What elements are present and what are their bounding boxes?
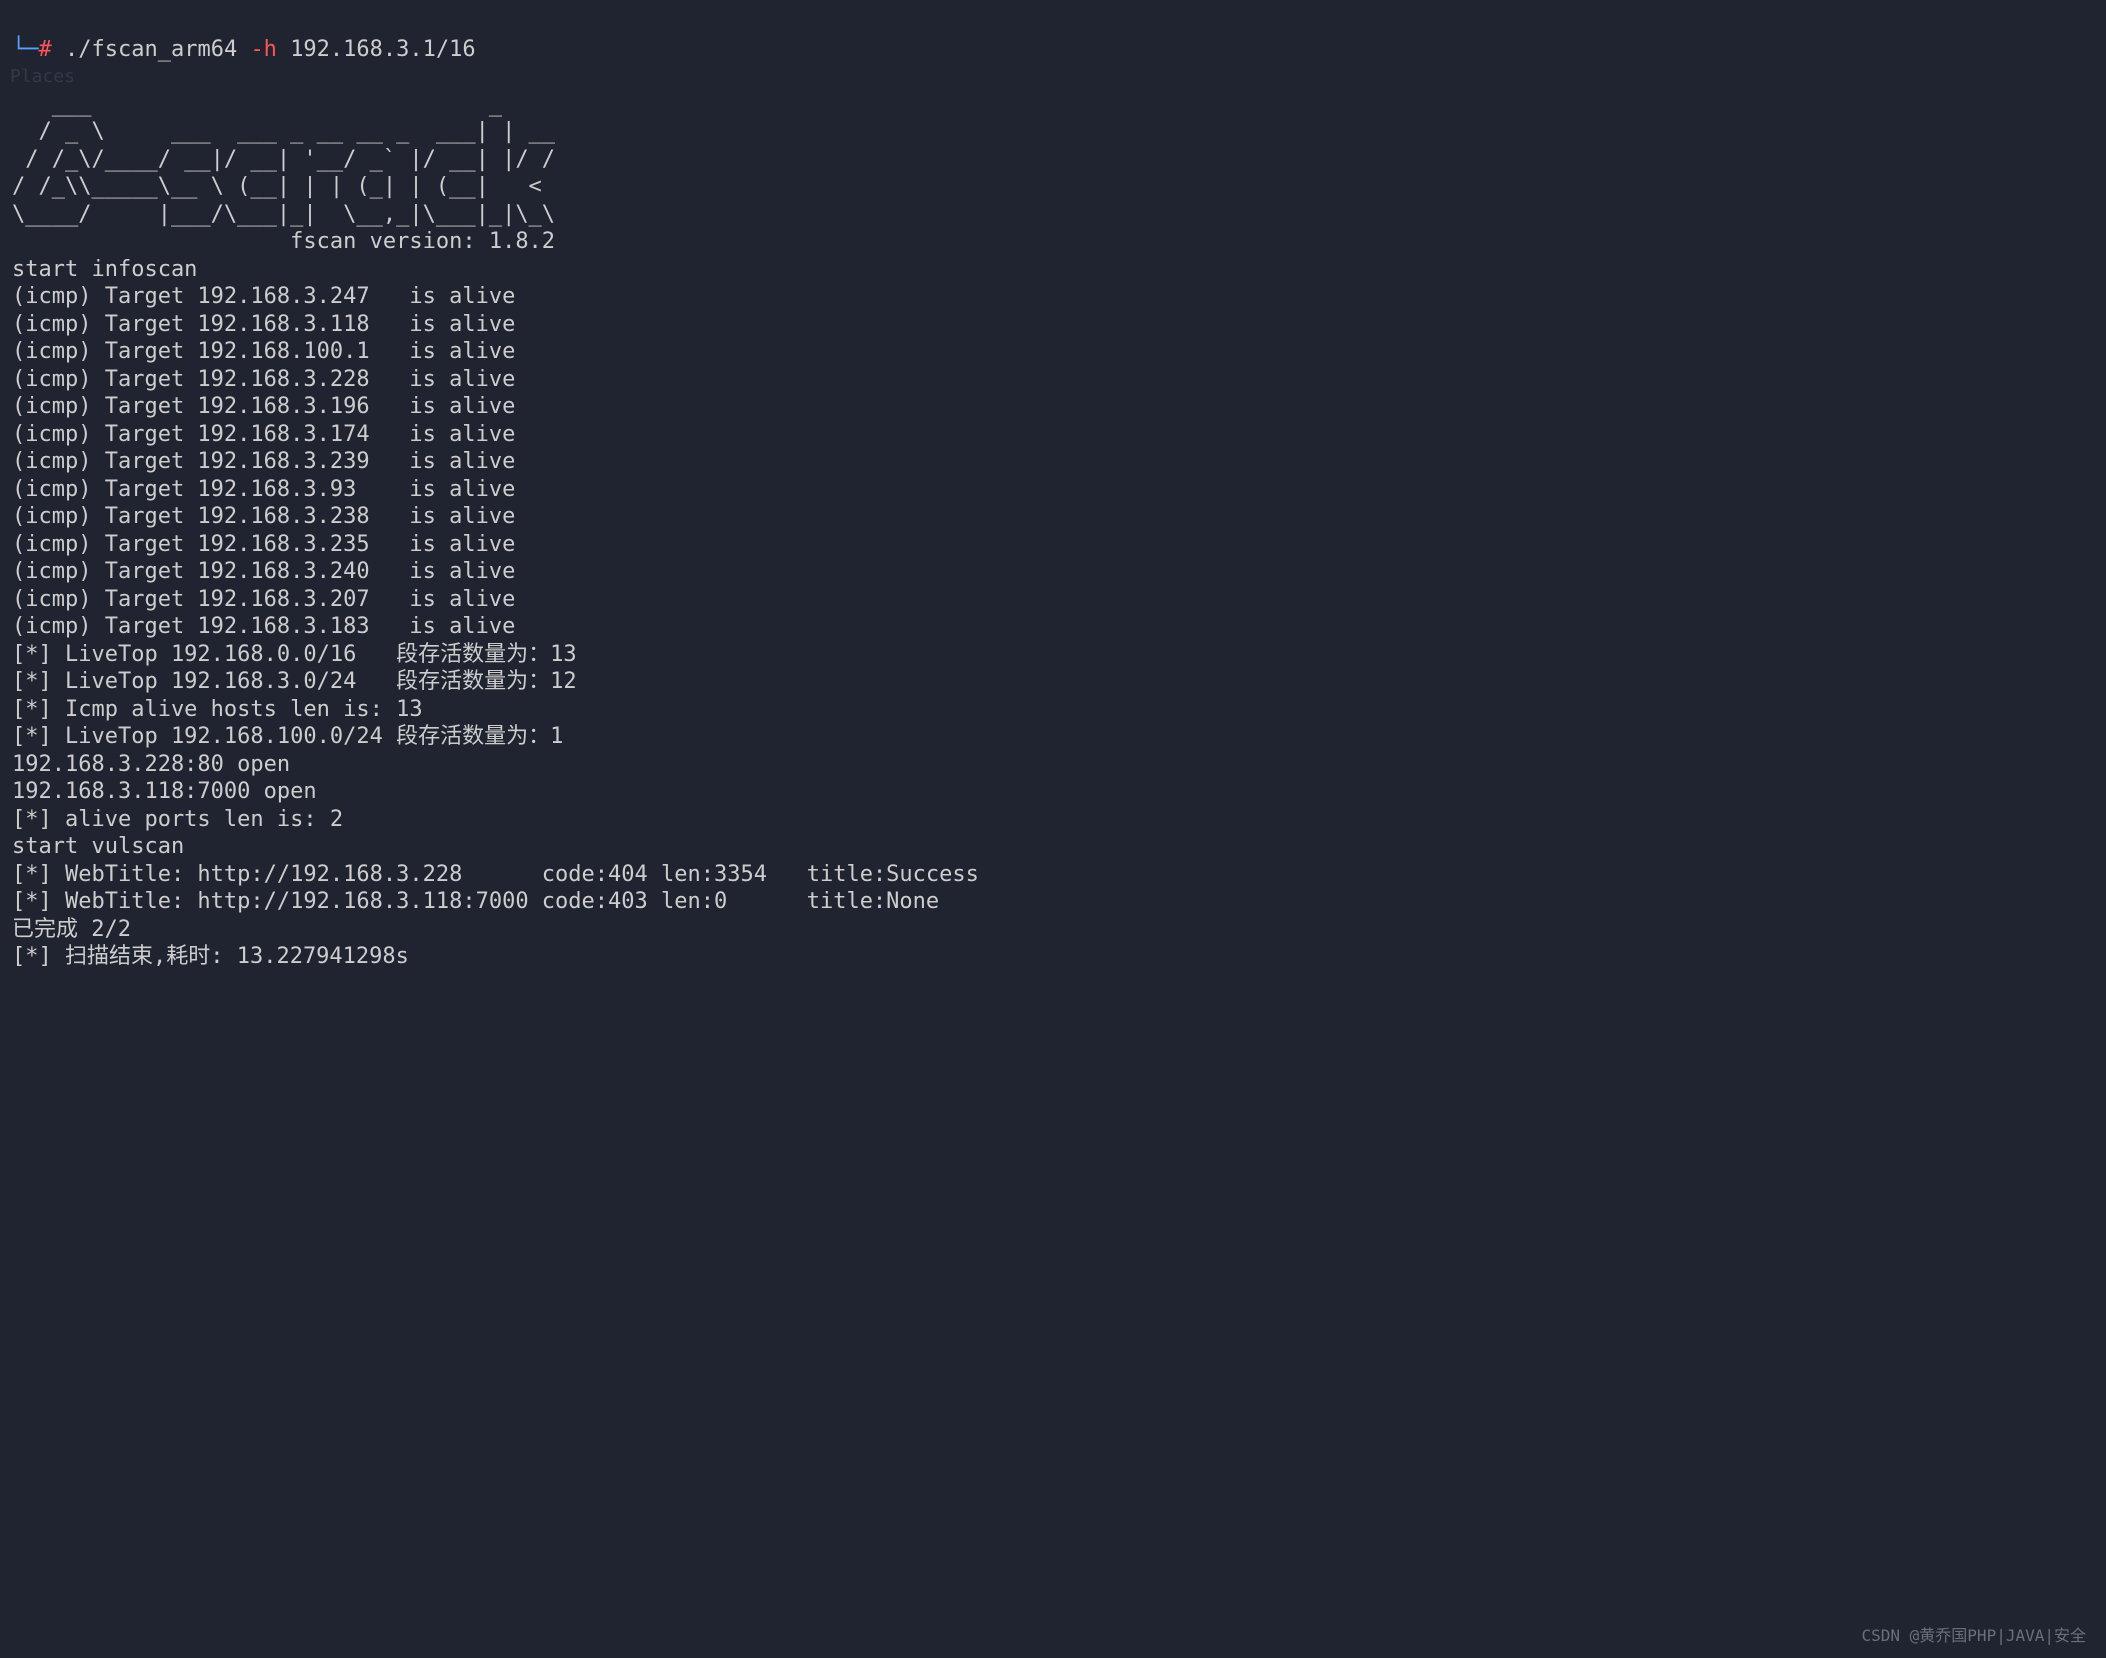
summary-line: [*] LiveTop 192.168.100.0/24 段存活数量为：1: [12, 724, 563, 749]
webtitle-line: [*] WebTitle: http://192.168.3.118:7000 …: [12, 889, 939, 914]
watermark: CSDN @黄乔国PHP|JAVA|安全: [1862, 1626, 2087, 1646]
icmp-line: (icmp) Target 192.168.100.1 is alive: [12, 339, 515, 364]
ascii-art-line: / _ \ ___ ___ _ __ __ _ ___| | __: [12, 119, 555, 144]
icmp-line: (icmp) Target 192.168.3.118 is alive: [12, 312, 515, 337]
terminal-output[interactable]: └─# ./fscan_arm64 -h 192.168.3.1/16 ___ …: [0, 0, 2106, 979]
command-flag: -h: [250, 37, 277, 62]
prompt-arrow: └─: [12, 37, 39, 62]
port-line: [*] alive ports len is: 2: [12, 807, 343, 832]
icmp-line: (icmp) Target 192.168.3.239 is alive: [12, 449, 515, 474]
command-arg: 192.168.3.1/16: [290, 37, 475, 62]
icmp-line: (icmp) Target 192.168.3.196 is alive: [12, 394, 515, 419]
icmp-line: (icmp) Target 192.168.3.93 is alive: [12, 477, 515, 502]
icmp-line: (icmp) Target 192.168.3.183 is alive: [12, 614, 515, 639]
done-line: 已完成 2/2: [12, 917, 131, 942]
ascii-art-line: ___ _: [12, 92, 502, 117]
ascii-art-line: \____/ |___/\___|_| \__,_|\___|_|\_\: [12, 202, 555, 227]
icmp-line: (icmp) Target 192.168.3.238 is alive: [12, 504, 515, 529]
start-vulscan: start vulscan: [12, 834, 184, 859]
webtitle-line: [*] WebTitle: http://192.168.3.228 code:…: [12, 862, 979, 887]
icmp-line: (icmp) Target 192.168.3.174 is alive: [12, 422, 515, 447]
start-infoscan: start infoscan: [12, 257, 197, 282]
ascii-art-line: / /_\/____/ __|/ __| '__/ _` |/ __| |/ /: [12, 147, 555, 172]
port-line: 192.168.3.118:7000 open: [12, 779, 317, 804]
version-line: fscan version: 1.8.2: [12, 229, 555, 254]
end-line: [*] 扫描结束,耗时: 13.227941298s: [12, 944, 409, 969]
ascii-art-line: / /_\\_____\__ \ (__| | | (_| | (__| <: [12, 174, 542, 199]
summary-line: [*] LiveTop 192.168.3.0/24 段存活数量为：12: [12, 669, 577, 694]
port-line: 192.168.3.228:80 open: [12, 752, 290, 777]
prompt-hash: #: [39, 37, 52, 62]
icmp-line: (icmp) Target 192.168.3.228 is alive: [12, 367, 515, 392]
icmp-line: (icmp) Target 192.168.3.207 is alive: [12, 587, 515, 612]
command-path: ./fscan_arm64: [65, 37, 237, 62]
icmp-line: (icmp) Target 192.168.3.247 is alive: [12, 284, 515, 309]
summary-line: [*] Icmp alive hosts len is: 13: [12, 697, 423, 722]
icmp-line: (icmp) Target 192.168.3.235 is alive: [12, 532, 515, 557]
icmp-line: (icmp) Target 192.168.3.240 is alive: [12, 559, 515, 584]
summary-line: [*] LiveTop 192.168.0.0/16 段存活数量为：13: [12, 642, 577, 667]
